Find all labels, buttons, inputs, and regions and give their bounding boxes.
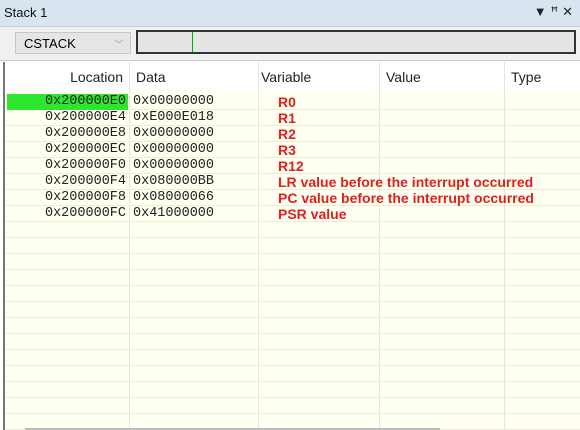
table-row[interactable]: 0x200000F8 0x08000066 PC value before the … <box>5 190 580 206</box>
stack-select[interactable]: CSTACK ﹀ <box>15 32 131 54</box>
table-row[interactable] <box>5 286 580 302</box>
table-row[interactable]: 0x200000E0 0x00000000 R0 <box>5 94 580 110</box>
location-cell: 0x200000E0 <box>7 94 128 110</box>
toolbar: CSTACK ﹀ <box>0 27 580 61</box>
table-row[interactable] <box>5 270 580 286</box>
column-type[interactable]: Type <box>511 69 541 85</box>
data-cell: 0xE000E018 <box>133 110 215 125</box>
location-cell: 0x200000F4 <box>44 174 126 189</box>
table-row[interactable] <box>5 366 580 382</box>
window-title: Stack 1 <box>4 5 48 20</box>
close-icon[interactable]: ✕ <box>562 4 577 19</box>
table-row[interactable] <box>5 222 580 238</box>
column-value[interactable]: Value <box>386 69 421 85</box>
table-row[interactable] <box>5 254 580 270</box>
column-variable[interactable]: Variable <box>261 69 311 85</box>
stack-select-value: CSTACK <box>24 36 76 51</box>
annotation-text: R0 <box>278 94 296 110</box>
location-cell: 0x200000E4 <box>44 110 126 125</box>
stack-table: Location Data Variable Value Type 0x2000… <box>3 62 580 430</box>
data-cell: 0x00000000 <box>133 142 215 157</box>
data-cell: 0x08000066 <box>133 190 215 205</box>
annotation-text: R12 <box>278 158 304 174</box>
table-row[interactable]: 0x200000F0 0x00000000 R12 <box>5 158 580 174</box>
data-cell: 0x00000000 <box>133 94 215 109</box>
annotation-text: LR value before the interrupt occurred <box>278 174 534 190</box>
location-cell: 0x200000F8 <box>44 190 126 205</box>
table-row[interactable]: 0x200000FC 0x41000000 PSR value <box>5 206 580 222</box>
annotation-text: R2 <box>278 126 296 142</box>
stack-usage-bar <box>136 30 576 54</box>
column-data[interactable]: Data <box>136 69 166 85</box>
data-cell: 0x00000000 <box>133 158 215 173</box>
data-cell: 0x41000000 <box>133 206 215 221</box>
table-row[interactable] <box>5 398 580 414</box>
location-cell: 0x200000FC <box>44 206 126 221</box>
location-cell: 0x200000E8 <box>44 126 126 141</box>
table-row[interactable]: 0x200000E4 0xE000E018 R1 <box>5 110 580 126</box>
table-row[interactable] <box>5 382 580 398</box>
table-row[interactable]: 0x200000EC 0x00000000 R3 <box>5 142 580 158</box>
table-row[interactable] <box>5 318 580 334</box>
table-row[interactable] <box>5 350 580 366</box>
pin-icon[interactable]: ꟸ <box>551 4 563 19</box>
column-location[interactable]: Location <box>5 69 123 85</box>
chevron-down-icon: ﹀ <box>114 40 124 51</box>
annotation-text: PSR value <box>278 206 347 222</box>
annotation-text: R1 <box>278 110 296 126</box>
table-header: Location Data Variable Value Type <box>5 62 580 92</box>
table-row[interactable] <box>5 302 580 318</box>
table-row[interactable] <box>5 334 580 350</box>
data-cell: 0x080000BB <box>133 174 215 189</box>
table-row[interactable]: 0x200000E8 0x00000000 R2 <box>5 126 580 142</box>
stack-pointer-marker <box>192 32 193 52</box>
location-cell: 0x200000F0 <box>44 158 126 173</box>
data-cell: 0x00000000 <box>133 126 215 141</box>
annotation-text: PC value before the interrupt occurred <box>278 190 534 206</box>
title-bar: Stack 1 ▼ꟸ✕ <box>0 0 580 27</box>
table-row[interactable]: 0x200000F4 0x080000BB LR value before the … <box>5 174 580 190</box>
location-cell: 0x200000EC <box>44 142 126 157</box>
annotation-text: R3 <box>278 142 296 158</box>
table-row[interactable] <box>5 238 580 254</box>
dropdown-arrow-icon[interactable]: ▼ <box>534 4 551 19</box>
